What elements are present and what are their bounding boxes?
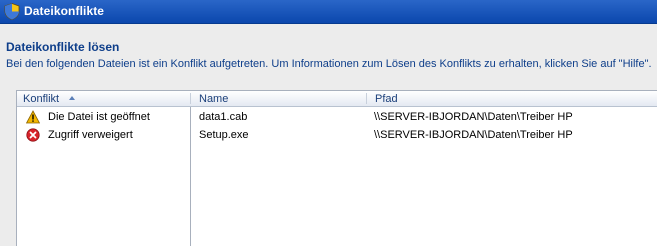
column-header-path[interactable]: Pfad	[367, 91, 657, 107]
table-row[interactable]: Zugriff verweigert Setup.exe \\SERVER-IB…	[17, 126, 657, 144]
page-description: Bei den folgenden Dateien ist ein Konfli…	[6, 58, 652, 70]
conflict-cell: Zugriff verweigert	[48, 129, 133, 141]
column-header-path-label: Pfad	[375, 93, 398, 105]
window-titlebar[interactable]: Dateikonflikte	[0, 0, 657, 24]
path-cell: \\SERVER-IBJORDAN\Daten\Treiber HP	[374, 129, 573, 141]
column-header-name[interactable]: Name	[191, 91, 367, 107]
table-row[interactable]: Die Datei ist geöffnet data1.cab \\SERVE…	[17, 108, 657, 126]
warning-icon	[26, 110, 40, 124]
conflict-list-panel: Konflikt Name Pfad Die Datei ist geöffne…	[16, 90, 657, 246]
page-heading: Dateikonflikte lösen	[6, 40, 120, 54]
name-cell: data1.cab	[199, 111, 248, 123]
column-header-conflict-label: Konflikt	[23, 93, 60, 105]
path-cell: \\SERVER-IBJORDAN\Daten\Treiber HP	[374, 111, 573, 123]
window-title: Dateikonflikte	[24, 4, 105, 18]
sort-ascending-icon	[69, 96, 75, 100]
security-shield-icon	[4, 3, 20, 20]
dialog-content: Dateikonflikte lösen Bei den folgenden D…	[0, 24, 657, 246]
column-header-name-label: Name	[199, 93, 229, 105]
column-header-conflict[interactable]: Konflikt	[17, 91, 191, 107]
error-icon	[26, 128, 40, 142]
name-cell: Setup.exe	[199, 129, 249, 141]
conflict-cell: Die Datei ist geöffnet	[48, 111, 150, 123]
